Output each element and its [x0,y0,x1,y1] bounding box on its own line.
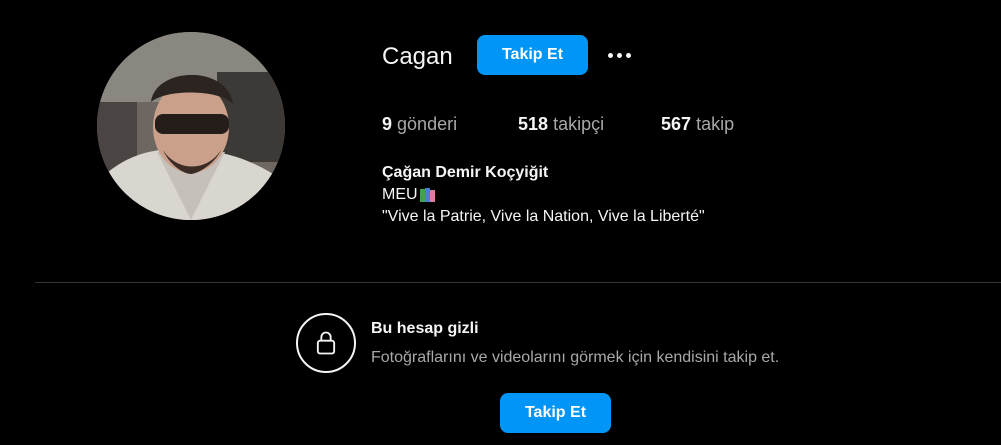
followers-count-stat[interactable]: 518 takipçi [518,114,661,135]
profile-bio: Çağan Demir Koçyiğit MEU "Vive la Patrie… [382,162,705,228]
books-emoji-icon [419,187,437,203]
private-account-title: Bu hesap gizli [371,320,479,337]
lock-icon [316,331,336,355]
profile-stats: 9 gönderi 518 takipçi 567 takip [382,114,734,135]
posts-count: 9 [382,114,393,134]
more-horizontal-icon-dot [616,52,622,58]
bio-line: MEU [382,184,705,206]
more-horizontal-icon [607,52,613,58]
posts-label: gönderi [397,114,458,134]
follow-button-private[interactable]: Takip Et [500,393,611,433]
avatar[interactable] [97,32,285,220]
bio-quote: "Vive la Patrie, Vive la Nation, Vive la… [382,208,705,225]
following-label: takip [696,114,735,134]
more-horizontal-icon-dot [625,52,631,58]
full-name: Çağan Demir Koçyiğit [382,164,549,181]
following-count-stat[interactable]: 567 takip [661,114,734,135]
private-account-description: Fotoğraflarını ve videolarını görmek içi… [371,349,780,366]
followers-label: takipçi [553,114,605,134]
profile-username: Cagan [382,43,453,70]
avatar-photo [97,32,285,220]
private-lock-badge [296,313,356,373]
posts-count-stat: 9 gönderi [382,114,518,135]
followers-count: 518 [518,114,549,134]
bio-text: MEU [382,186,418,203]
divider [35,282,1001,283]
following-count: 567 [661,114,692,134]
more-options-button[interactable] [603,40,635,70]
profile-page: Cagan Takip Et 9 gönderi 518 takipçi 567… [0,0,1001,445]
follow-button[interactable]: Takip Et [477,35,588,75]
